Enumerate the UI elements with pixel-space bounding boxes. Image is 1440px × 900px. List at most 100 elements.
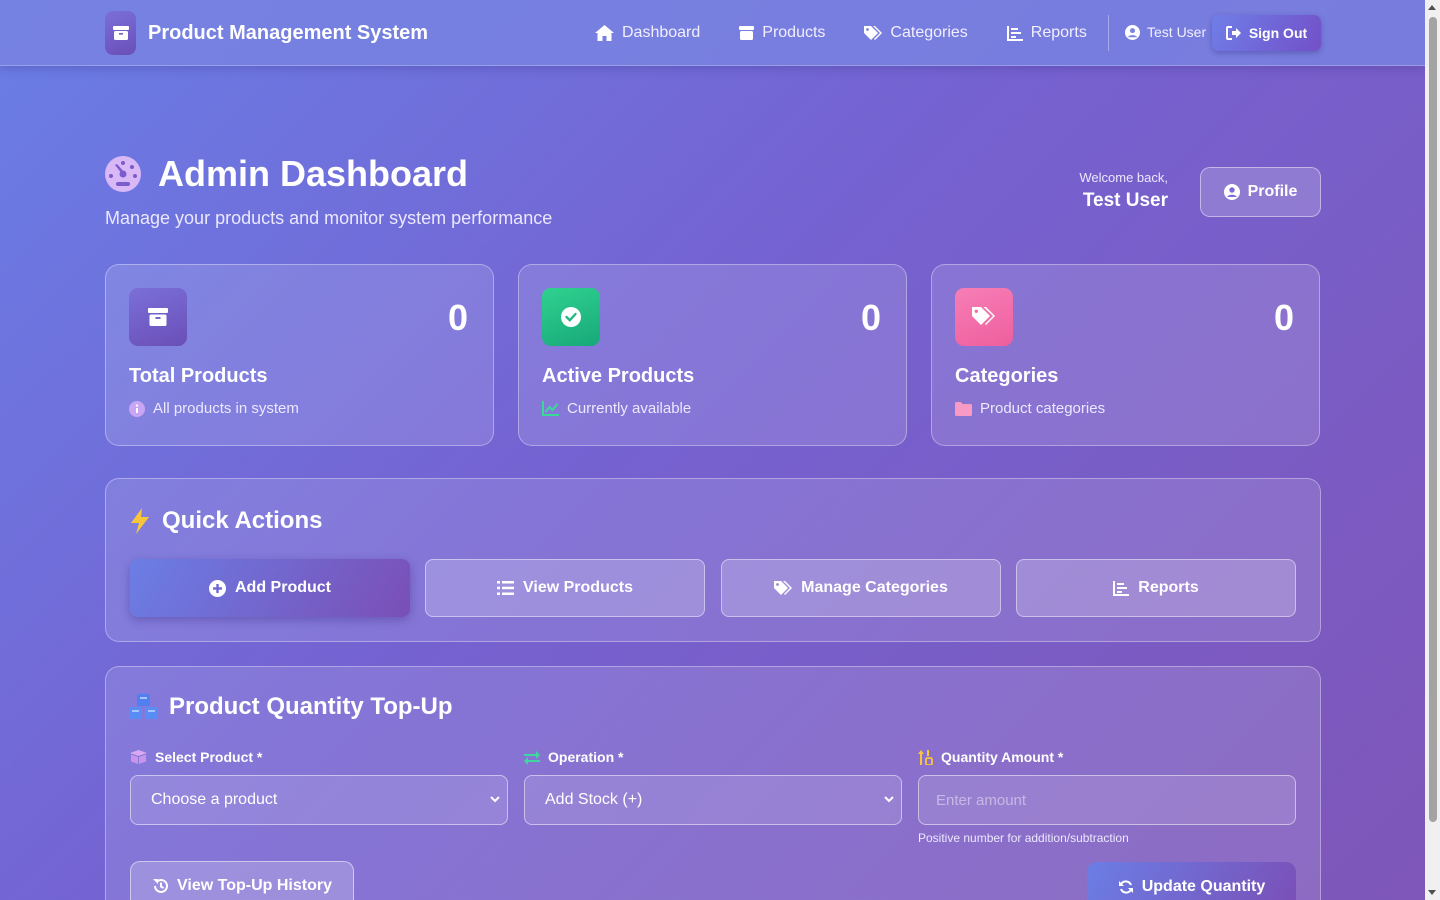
- quantity-label: Quantity Amount *: [918, 749, 1063, 765]
- welcome-user-name: Test User: [1082, 190, 1168, 211]
- sign-out-label: Sign Out: [1248, 25, 1308, 41]
- add-product-label: Add Product: [235, 579, 331, 596]
- tags-icon: [774, 580, 793, 595]
- home-icon: [595, 25, 614, 41]
- operation-label: Operation *: [524, 749, 623, 765]
- user-circle-icon: [1223, 184, 1240, 200]
- reports-button[interactable]: Reports: [1016, 559, 1296, 617]
- stat-value: 0: [860, 297, 881, 338]
- nav-link-dashboard[interactable]: Dashboard: [595, 24, 700, 42]
- tags-icon: [955, 288, 1013, 346]
- cubes-icon: [129, 694, 158, 719]
- quick-actions-panel: Quick Actions Add Product View Products …: [105, 478, 1321, 642]
- stat-description-text: Product categories: [980, 400, 1106, 417]
- stat-card-active-products: 0 Active Products Currently available: [518, 264, 907, 446]
- reports-label: Reports: [1138, 579, 1199, 596]
- select-product-label: Select Product *: [130, 749, 262, 765]
- bolt-icon: [131, 508, 149, 534]
- chevron-down-icon: [490, 796, 500, 803]
- quantity-field[interactable]: [918, 775, 1296, 825]
- dashboard-header: Admin Dashboard: [105, 153, 468, 195]
- nav-link-label: Products: [762, 24, 826, 41]
- stat-label: Total Products: [129, 365, 268, 387]
- brand[interactable]: Product Management System: [105, 11, 428, 55]
- update-quantity-label: Update Quantity: [1141, 878, 1266, 895]
- quantity-hint: Positive number for addition/subtraction: [918, 831, 1129, 845]
- manage-categories-label: Manage Categories: [801, 579, 948, 596]
- stat-description: Product categories: [955, 400, 1105, 417]
- view-topup-history-button[interactable]: View Top-Up History: [130, 861, 354, 900]
- profile-button-label: Profile: [1247, 183, 1298, 200]
- profile-button[interactable]: Profile: [1200, 167, 1321, 217]
- nav-links: Dashboard Products Categories Reports: [595, 0, 1126, 66]
- nav-link-label: Reports: [1030, 24, 1087, 41]
- page-title: Admin Dashboard: [158, 153, 469, 194]
- nav-link-label: Dashboard: [622, 24, 701, 41]
- nav-link-categories[interactable]: Categories: [864, 24, 968, 42]
- stat-description: Currently available: [542, 400, 691, 417]
- nav-user[interactable]: Test User: [1125, 24, 1206, 40]
- folder-icon: [955, 401, 972, 416]
- chart-icon: [1113, 580, 1130, 596]
- stat-description-text: Currently available: [567, 400, 692, 417]
- stat-value: 0: [447, 297, 468, 338]
- welcome-text: Welcome back,: [1079, 170, 1168, 185]
- operation-label-text: Operation *: [548, 749, 624, 765]
- history-icon: [153, 878, 168, 893]
- scroll-thumb[interactable]: [1429, 17, 1437, 822]
- view-products-button[interactable]: View Products: [425, 559, 705, 617]
- nav-link-label: Categories: [890, 24, 968, 41]
- sign-out-icon: [1225, 26, 1241, 40]
- brand-title: Product Management System: [148, 21, 429, 44]
- quantity-label-text: Quantity Amount *: [941, 749, 1064, 765]
- stat-value: 0: [1273, 297, 1294, 338]
- box-icon: [739, 26, 755, 40]
- nav-divider: [1108, 15, 1109, 51]
- update-quantity-button[interactable]: Update Quantity: [1087, 862, 1296, 900]
- scroll-up-arrow-icon[interactable]: [1428, 5, 1436, 10]
- operation-select[interactable]: Add Stock (+): [524, 775, 902, 825]
- user-circle-icon: [1125, 24, 1140, 40]
- quantity-topup-panel: Product Quantity Top-Up Select Product *…: [105, 666, 1321, 900]
- topup-title: Product Quantity Top-Up: [129, 693, 453, 721]
- sign-out-button[interactable]: Sign Out: [1212, 15, 1321, 51]
- quick-actions-title-text: Quick Actions: [162, 507, 323, 534]
- product-select-value: Choose a product: [151, 791, 278, 808]
- manage-categories-button[interactable]: Manage Categories: [721, 559, 1001, 617]
- tags-icon: [864, 25, 883, 40]
- chevron-down-icon: [884, 796, 894, 803]
- sort-numeric-icon: [918, 749, 933, 765]
- topup-title-text: Product Quantity Top-Up: [169, 693, 453, 720]
- list-icon: [497, 581, 515, 595]
- stat-label: Categories: [955, 365, 1059, 387]
- box-icon: [129, 288, 187, 346]
- stat-description-text: All products in system: [153, 400, 299, 417]
- box-icon: [105, 11, 136, 55]
- gauge-icon: [105, 156, 141, 192]
- line-chart-icon: [542, 401, 559, 416]
- welcome-block: Welcome back, Test User: [1079, 170, 1168, 212]
- quick-actions-title: Quick Actions: [129, 507, 322, 535]
- select-product-label-text: Select Product *: [155, 749, 263, 765]
- view-products-label: View Products: [523, 579, 633, 596]
- sync-icon: [1118, 880, 1133, 894]
- add-product-button[interactable]: Add Product: [130, 559, 410, 617]
- product-select[interactable]: Choose a product: [130, 775, 508, 825]
- exchange-icon: [524, 750, 540, 765]
- navbar: Product Management System Dashboard Prod…: [0, 0, 1425, 66]
- info-circle-icon: [129, 400, 145, 417]
- box-open-icon: [130, 750, 147, 764]
- nav-link-reports[interactable]: Reports: [1006, 24, 1087, 42]
- stat-card-total-products: 0 Total Products All products in system: [105, 264, 494, 446]
- page-subtitle: Manage your products and monitor system …: [105, 208, 553, 228]
- nav-link-products[interactable]: Products: [739, 24, 825, 42]
- plus-circle-icon: [209, 579, 226, 597]
- stat-card-categories: 0 Categories Product categories: [931, 264, 1320, 446]
- view-topup-history-label: View Top-Up History: [177, 877, 332, 894]
- page-scrollbar[interactable]: [1425, 0, 1440, 900]
- operation-select-value: Add Stock (+): [545, 791, 643, 808]
- check-circle-icon: [542, 288, 600, 346]
- scroll-down-arrow-icon[interactable]: [1428, 890, 1436, 895]
- chart-icon: [1006, 25, 1023, 41]
- quantity-input[interactable]: [936, 791, 1292, 809]
